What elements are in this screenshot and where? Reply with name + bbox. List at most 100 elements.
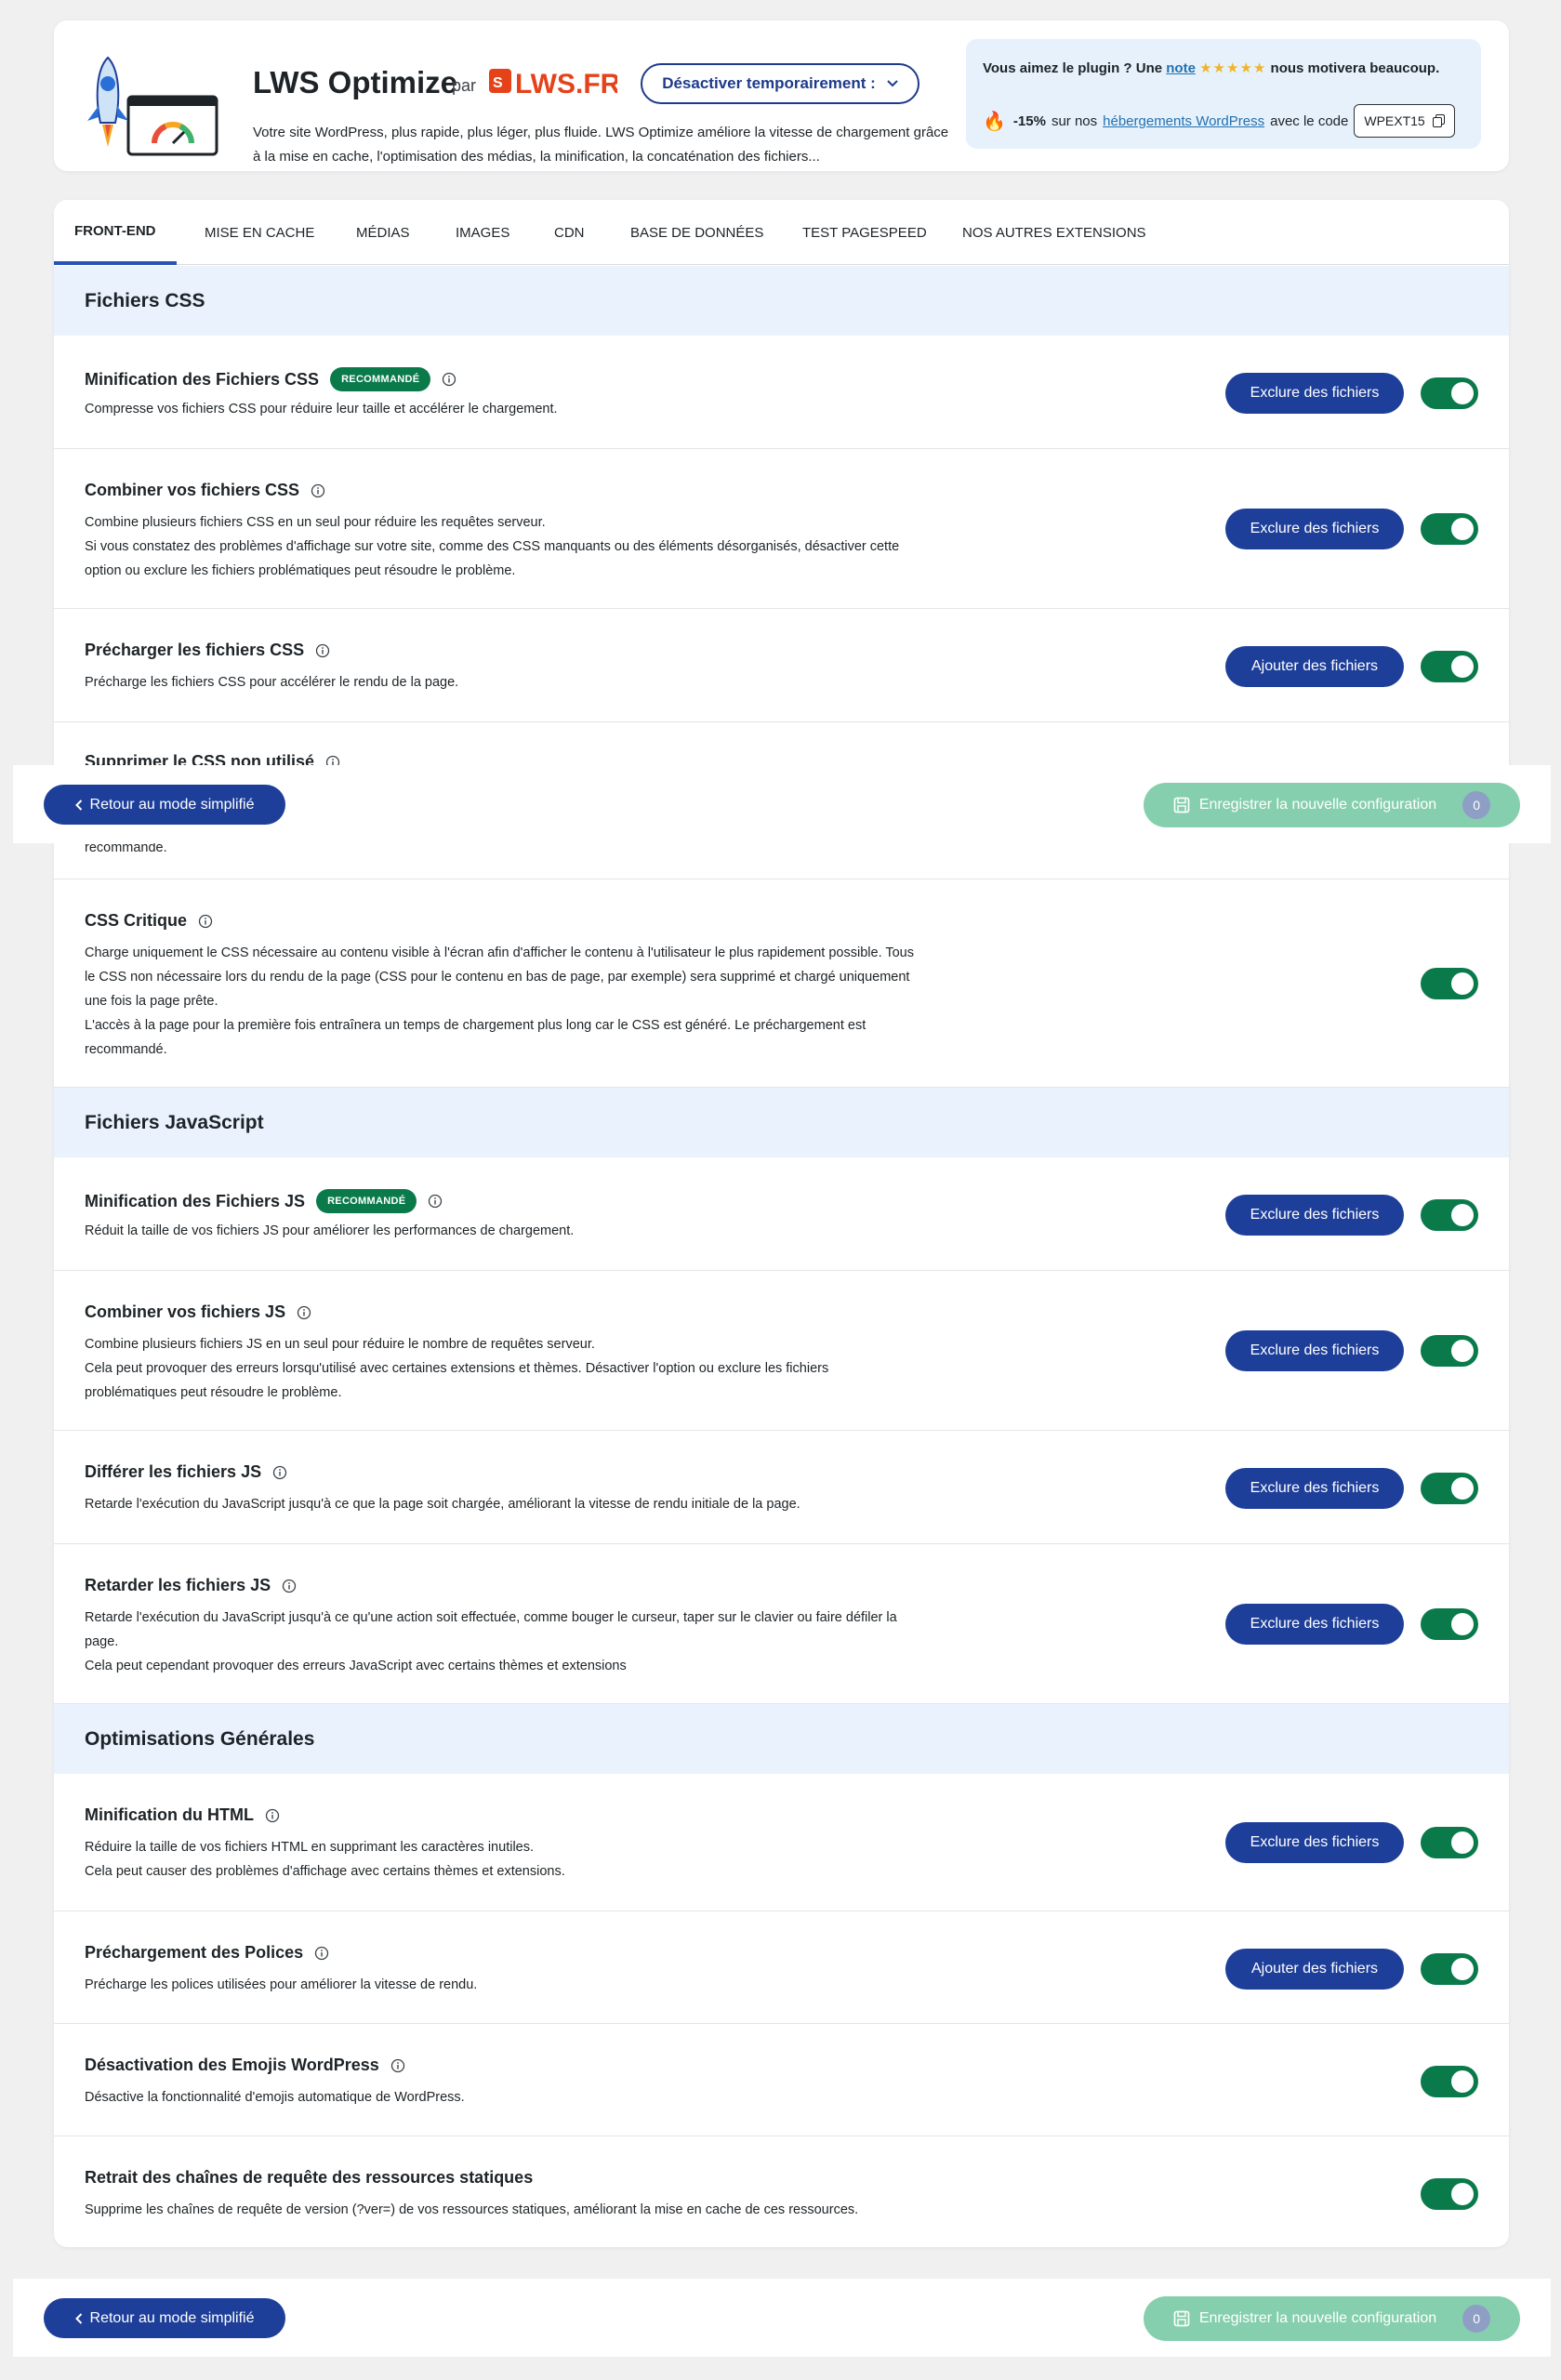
- deactivate-label: Désactiver temporairement :: [662, 74, 876, 92]
- setting-description: Combine plusieurs fichiers JS en un seul…: [85, 1337, 829, 1400]
- save-configuration-button[interactable]: Enregistrer la nouvelle configuration 0: [1144, 783, 1520, 827]
- setting-title: Combiner vos fichiers JS: [85, 1302, 311, 1322]
- promo-code-copy[interactable]: WPEXT15: [1354, 104, 1455, 138]
- promo-box: Vous aimez le plugin ? Une note ★★★★★ no…: [966, 39, 1481, 149]
- setting-description: Supprime les chaînes de requête de versi…: [85, 2202, 859, 2217]
- info-icon[interactable]: [282, 1579, 297, 1593]
- setting-title: Préchargement des Polices: [85, 1943, 329, 1963]
- chevron-down-icon: [887, 80, 898, 87]
- tab-test-pagespeed[interactable]: TEST PAGESPEED: [782, 200, 947, 265]
- setting-row-js-minify: Minification des Fichiers JS RECOMMANDÉ …: [54, 1157, 1509, 1271]
- rating-prompt: Vous aimez le plugin ? Une note ★★★★★ no…: [983, 60, 1440, 76]
- info-icon[interactable]: [428, 1194, 443, 1209]
- exclude-files-button[interactable]: Exclure des fichiers: [1225, 1604, 1404, 1645]
- plugin-logo-icon: [87, 56, 218, 156]
- save-icon: [1173, 2310, 1190, 2327]
- css-critical-toggle[interactable]: [1421, 968, 1478, 999]
- section-js-title: Fichiers JavaScript: [54, 1088, 1509, 1157]
- discount-value: -15%: [1012, 112, 1046, 129]
- js-delay-toggle[interactable]: [1421, 1608, 1478, 1640]
- css-preload-toggle[interactable]: [1421, 651, 1478, 682]
- info-icon[interactable]: [390, 2058, 405, 2073]
- add-files-button[interactable]: Ajouter des fichiers: [1225, 646, 1404, 687]
- setting-description: Précharge les polices utilisées pour amé…: [85, 1977, 478, 1992]
- exclude-files-button[interactable]: Exclure des fichiers: [1225, 1195, 1404, 1236]
- setting-row-emojis: Désactivation des Emojis WordPress Désac…: [54, 2024, 1509, 2136]
- fire-icon: 🔥: [983, 111, 1006, 132]
- by-label: par: [452, 76, 477, 95]
- emojis-toggle[interactable]: [1421, 2066, 1478, 2097]
- setting-title: Désactivation des Emojis WordPress: [85, 2056, 405, 2075]
- exclude-files-button[interactable]: Exclure des fichiers: [1225, 509, 1404, 549]
- info-icon[interactable]: [311, 483, 325, 498]
- setting-description: Réduire la taille de vos fichiers HTML e…: [85, 1840, 565, 1879]
- info-icon[interactable]: [272, 1465, 287, 1480]
- js-combine-toggle[interactable]: [1421, 1335, 1478, 1367]
- info-icon[interactable]: [314, 1946, 329, 1961]
- css-minify-toggle[interactable]: [1421, 377, 1478, 409]
- settings-panel: FRONT-END MISE EN CACHE MÉDIAS IMAGES CD…: [54, 200, 1509, 2247]
- query-strings-toggle[interactable]: [1421, 2178, 1478, 2210]
- lws-logo-icon: S LWS.FR: [489, 69, 617, 99]
- promo-code: WPEXT15: [1364, 113, 1425, 128]
- setting-row-js-delay: Retarder les fichiers JS Retarde l'exécu…: [54, 1544, 1509, 1704]
- plugin-header: LWS Optimize par S LWS.FR Désactiver tem…: [54, 20, 1509, 171]
- setting-row-js-defer: Différer les fichiers JS Retarde l'exécu…: [54, 1431, 1509, 1544]
- setting-title: Minification des Fichiers JS RECOMMANDÉ: [85, 1189, 443, 1213]
- tab-mise-en-cache[interactable]: MISE EN CACHE: [184, 200, 335, 265]
- info-icon[interactable]: [198, 914, 213, 929]
- back-to-simple-mode-button[interactable]: Retour au mode simplifié: [44, 2298, 285, 2338]
- setting-description: Compresse vos fichiers CSS pour réduire …: [85, 402, 558, 416]
- js-minify-toggle[interactable]: [1421, 1199, 1478, 1231]
- setting-title: Combiner vos fichiers CSS: [85, 481, 325, 500]
- setting-row-css-minify: Minification des Fichiers CSS RECOMMANDÉ…: [54, 336, 1509, 449]
- info-icon[interactable]: [442, 372, 456, 387]
- exclude-files-button[interactable]: Exclure des fichiers: [1225, 1468, 1404, 1509]
- js-defer-toggle[interactable]: [1421, 1473, 1478, 1504]
- wordpress-hosting-link[interactable]: hébergements WordPress: [1103, 113, 1264, 129]
- css-combine-toggle[interactable]: [1421, 513, 1478, 545]
- setting-title: CSS Critique: [85, 911, 213, 931]
- html-minify-toggle[interactable]: [1421, 1827, 1478, 1858]
- setting-row-html-minify: Minification du HTML Réduire la taille d…: [54, 1774, 1509, 1911]
- setting-title: Différer les fichiers JS: [85, 1462, 287, 1482]
- chevron-left-icon: [74, 2312, 82, 2324]
- pending-changes-count: 0: [1462, 2305, 1491, 2333]
- tab-nos-autres-extensions[interactable]: NOS AUTRES EXTENSIONS: [942, 200, 1167, 265]
- exclude-files-button[interactable]: Exclure des fichiers: [1225, 373, 1404, 414]
- recommended-badge: RECOMMANDÉ: [316, 1189, 417, 1213]
- back-to-simple-mode-button[interactable]: Retour au mode simplifié: [44, 785, 285, 825]
- bottom-action-bar: Retour au mode simplifié Enregistrer la …: [13, 2279, 1551, 2357]
- tab-cdn[interactable]: CDN: [534, 200, 605, 265]
- setting-title: Retarder les fichiers JS: [85, 1576, 297, 1595]
- info-icon[interactable]: [297, 1305, 311, 1320]
- lws-logo-text: LWS.FR: [515, 69, 617, 99]
- setting-title: Minification des Fichiers CSS RECOMMANDÉ: [85, 367, 456, 391]
- recommended-badge: RECOMMANDÉ: [330, 367, 431, 391]
- save-configuration-button[interactable]: Enregistrer la nouvelle configuration 0: [1144, 2296, 1520, 2341]
- setting-description: Charge uniquement le CSS nécessaire au c…: [85, 945, 914, 1057]
- stars-icon: ★★★★★: [1199, 60, 1267, 76]
- exclude-files-button[interactable]: Exclure des fichiers: [1225, 1330, 1404, 1371]
- setting-title: Retrait des chaînes de requête des resso…: [85, 2168, 534, 2187]
- setting-description: Précharge les fichiers CSS pour accélére…: [85, 675, 459, 690]
- chevron-left-icon: [74, 799, 82, 811]
- exclude-files-button[interactable]: Exclure des fichiers: [1225, 1822, 1404, 1863]
- setting-row-fonts-preload: Préchargement des Polices Précharge les …: [54, 1911, 1509, 2024]
- info-icon[interactable]: [315, 643, 330, 658]
- setting-description: Réduit la taille de vos fichiers JS pour…: [85, 1223, 575, 1238]
- svg-text:S: S: [493, 75, 503, 91]
- add-files-button[interactable]: Ajouter des fichiers: [1225, 1949, 1404, 1990]
- tab-images[interactable]: IMAGES: [435, 200, 530, 265]
- tab-front-end[interactable]: FRONT-END: [54, 200, 177, 265]
- setting-description: Retarde l'exécution du JavaScript jusqu'…: [85, 1610, 897, 1673]
- rating-link[interactable]: note: [1166, 60, 1196, 76]
- setting-description: Désactive la fonctionnalité d'emojis aut…: [85, 2090, 465, 2105]
- setting-description: Retarde l'exécution du JavaScript jusqu'…: [85, 1497, 800, 1512]
- tab-base-de-donnees[interactable]: BASE DE DONNÉES: [610, 200, 784, 265]
- deactivate-temporarily-button[interactable]: Désactiver temporairement :: [641, 63, 919, 104]
- tab-medias[interactable]: MÉDIAS: [336, 200, 430, 265]
- info-icon[interactable]: [265, 1808, 280, 1823]
- setting-row-js-combine: Combiner vos fichiers JS Combine plusieu…: [54, 1271, 1509, 1431]
- fonts-preload-toggle[interactable]: [1421, 1953, 1478, 1985]
